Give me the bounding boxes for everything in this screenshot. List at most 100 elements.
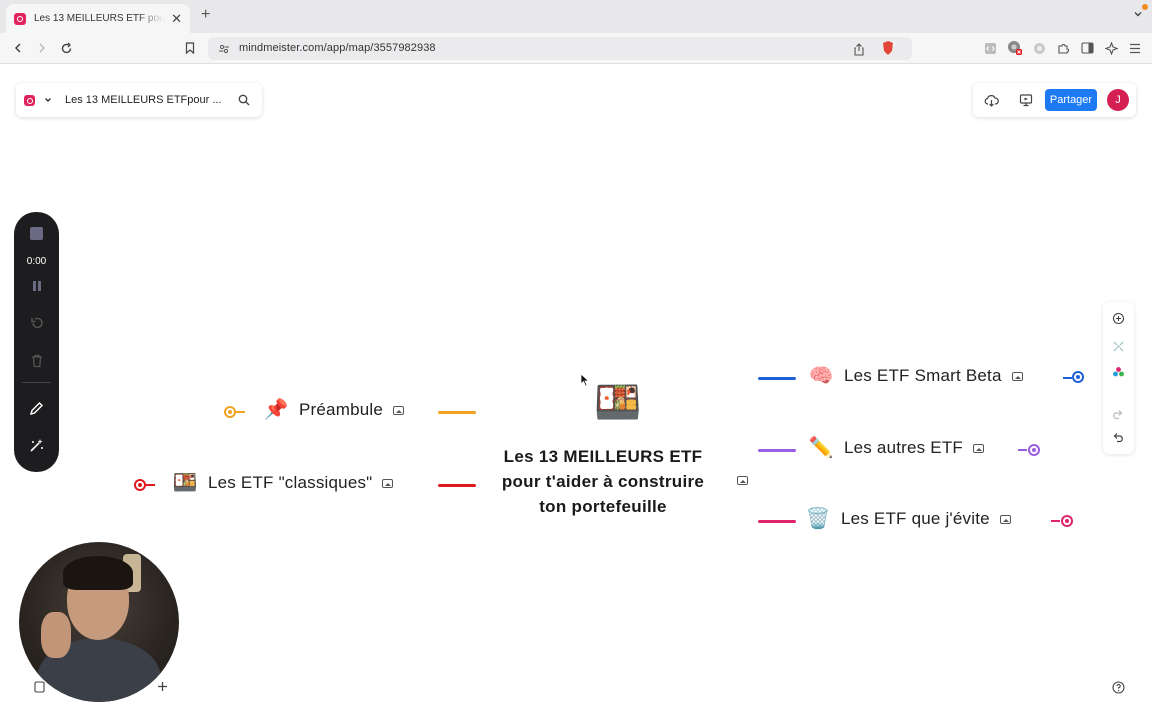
tab-list-chevron-icon[interactable] <box>1133 9 1143 19</box>
url-text: mindmeister.com/app/map/3557982938 <box>239 42 436 54</box>
extensions-puzzle-icon[interactable] <box>1055 40 1071 56</box>
collapse-toggle[interactable] <box>134 479 146 491</box>
effects-button[interactable] <box>14 438 59 453</box>
reload-icon[interactable] <box>58 40 74 56</box>
connector <box>438 484 476 487</box>
browser-toolbar: mindmeister.com/app/map/3557982938 2 <box>0 33 1152 64</box>
connector <box>236 411 245 413</box>
node-label: Les ETF "classiques" <box>208 473 373 492</box>
image-icon[interactable] <box>1011 371 1023 381</box>
node-label: Les ETF que j'évite <box>841 509 990 528</box>
recording-timer: 0:00 <box>14 256 59 267</box>
delete-recording-button[interactable] <box>14 354 59 368</box>
stop-recording-button[interactable] <box>14 227 59 240</box>
recorder-divider <box>22 382 51 383</box>
collapse-toggle[interactable] <box>1028 444 1040 456</box>
address-bar[interactable]: mindmeister.com/app/map/3557982938 2 <box>208 37 912 60</box>
magic-wand-icon <box>30 439 43 452</box>
pause-icon <box>32 281 41 291</box>
avatar[interactable]: J <box>1107 89 1129 111</box>
webcam-presenter-hand <box>41 612 71 658</box>
new-tab-icon[interactable]: + <box>201 7 210 23</box>
screen-recorder-toolbar: 0:00 <box>14 212 59 472</box>
pin-icon: 📌 <box>263 399 289 421</box>
node-label: Les autres ETF <box>844 438 964 457</box>
devtools-extension-icon[interactable] <box>982 40 998 56</box>
connector <box>758 520 796 523</box>
search-icon[interactable] <box>238 94 250 106</box>
site-settings-icon[interactable] <box>216 41 232 57</box>
browser-tab-bar: Les 13 MEILLEURS ETF pour t'aider à cons… <box>0 0 1152 33</box>
chevron-down-icon[interactable] <box>43 95 53 105</box>
help-icon[interactable] <box>1109 678 1127 696</box>
redo-icon[interactable] <box>1110 406 1126 422</box>
record-extension-icon[interactable] <box>1007 40 1023 56</box>
map-side-tools <box>1103 302 1134 454</box>
node-preambule[interactable]: 📌 Préambule <box>263 399 405 421</box>
tab-title: Les 13 MEILLEURS ETF pour t'aider à cons… <box>34 13 164 24</box>
brave-shield-icon[interactable]: 2 <box>880 40 896 56</box>
pause-button[interactable] <box>14 280 59 292</box>
pencil-emoji-icon: ✏️ <box>808 437 834 459</box>
node-etf-smart-beta[interactable]: 🧠 Les ETF Smart Beta <box>808 366 1023 386</box>
image-icon[interactable] <box>999 514 1011 524</box>
node-etf-evite[interactable]: 🗑️ Les ETF que j'évite <box>805 509 1011 529</box>
export-cloud-icon[interactable] <box>984 93 999 107</box>
bookmark-icon[interactable] <box>182 40 198 56</box>
node-etf-classiques[interactable]: 🍱 Les ETF "classiques" <box>172 472 394 494</box>
image-icon[interactable] <box>393 405 405 415</box>
vpn-extension-icon[interactable] <box>1031 40 1047 56</box>
close-tab-icon[interactable]: ✕ <box>171 12 182 25</box>
collapse-toggle[interactable] <box>1072 371 1084 383</box>
collapse-toggle[interactable] <box>1061 515 1073 527</box>
sidebar-toggle-icon[interactable] <box>1079 40 1095 56</box>
browser-tab[interactable]: Les 13 MEILLEURS ETF pour t'aider à cons… <box>6 4 190 33</box>
leo-ai-icon[interactable] <box>1103 40 1119 56</box>
node-label: Préambule <box>299 400 384 419</box>
connector <box>1051 520 1060 522</box>
connector <box>146 484 155 486</box>
center-node-line: pour t'aider à construire <box>501 472 705 491</box>
image-icon[interactable] <box>737 476 748 485</box>
theme-colors-icon[interactable] <box>1110 364 1126 380</box>
connector <box>758 377 796 380</box>
node-autres-etf[interactable]: ✏️ Les autres ETF <box>808 437 985 459</box>
share-page-icon[interactable] <box>851 41 867 57</box>
center-node-line: ton portefeuille <box>539 497 667 516</box>
pencil-icon <box>29 402 43 416</box>
map-title[interactable]: Les 13 MEILLEURS ETFpour ... <box>65 94 222 106</box>
trash-bin-icon: 🗑️ <box>805 508 831 530</box>
zoom-in-icon[interactable] <box>1110 310 1126 326</box>
draw-button[interactable] <box>14 401 59 416</box>
top-actions-panel: Partager J <box>973 83 1136 117</box>
presentation-icon[interactable] <box>1019 93 1033 107</box>
webcam-presenter-hair <box>63 556 133 590</box>
back-icon[interactable] <box>10 40 26 56</box>
brain-icon: 🧠 <box>808 365 834 387</box>
webcam-overlay <box>19 542 179 702</box>
bento-icon: 🍱 <box>172 472 198 494</box>
trash-icon <box>31 354 42 368</box>
menu-icon[interactable] <box>1127 40 1143 56</box>
focus-mode-icon[interactable] <box>1110 338 1126 354</box>
mouse-cursor-icon <box>580 373 590 387</box>
connector <box>1018 449 1027 451</box>
restart-button[interactable] <box>14 316 59 330</box>
image-icon[interactable] <box>382 478 394 488</box>
center-node[interactable]: Les 13 MEILLEURS ETF pour t'aider à cons… <box>478 444 728 519</box>
mindmeister-logo-icon[interactable] <box>24 94 35 106</box>
share-button[interactable]: Partager <box>1045 89 1097 111</box>
mindmeister-favicon-icon <box>14 12 26 25</box>
forward-icon[interactable] <box>34 40 50 56</box>
image-icon[interactable] <box>973 443 985 453</box>
restart-icon <box>30 317 43 329</box>
connector <box>758 449 796 452</box>
stop-icon <box>30 227 43 240</box>
center-node-emoji: 🍱 <box>594 382 642 424</box>
svg-text:2: 2 <box>892 41 896 48</box>
collapse-toggle[interactable] <box>224 406 236 418</box>
undo-icon[interactable] <box>1110 429 1126 445</box>
node-label: Les ETF Smart Beta <box>844 366 1002 385</box>
map-title-panel: Les 13 MEILLEURS ETFpour ... <box>16 83 262 117</box>
connector <box>1063 377 1072 379</box>
